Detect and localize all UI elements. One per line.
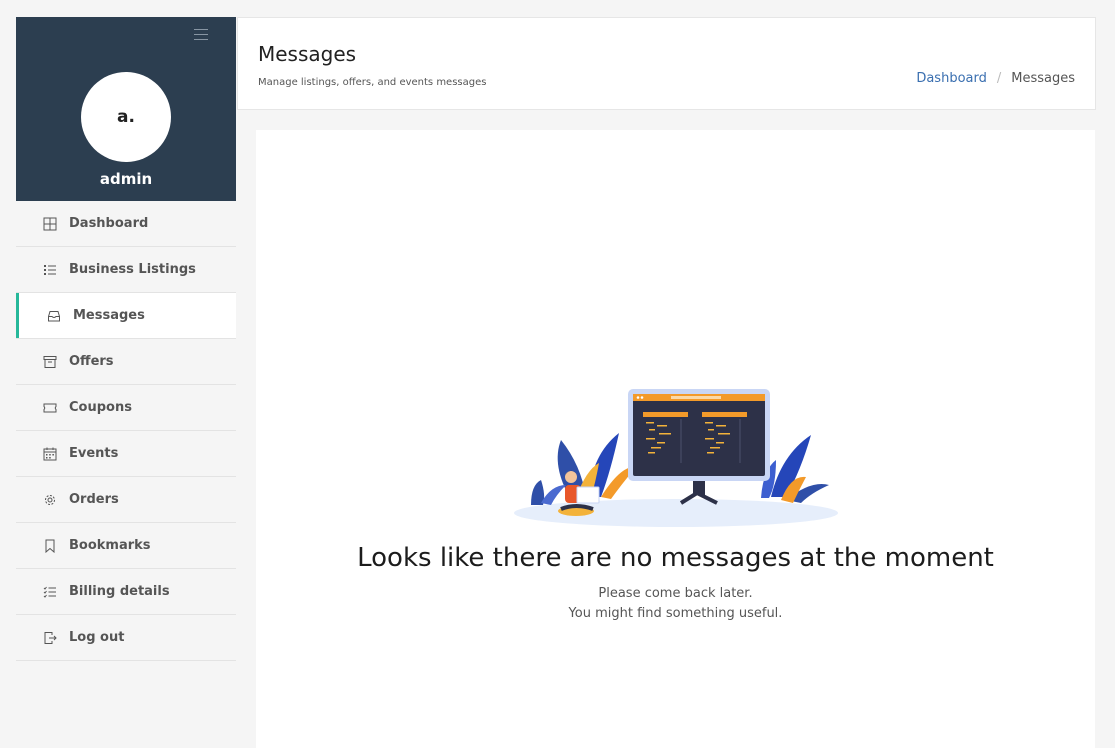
- sidebar: a. admin Dashboard Business Listings Mes…: [16, 17, 236, 661]
- sidebar-item-offers[interactable]: Offers: [16, 339, 236, 385]
- sidebar-item-label: Bookmarks: [69, 538, 151, 553]
- page-title: Messages: [258, 42, 357, 66]
- sidebar-item-label: Events: [69, 446, 119, 461]
- sidebar-item-label: Messages: [73, 308, 145, 323]
- page-subtitle: Manage listings, offers, and events mess…: [258, 77, 487, 88]
- sidebar-item-business-listings[interactable]: Business Listings: [16, 247, 236, 293]
- gear-icon: [43, 493, 57, 507]
- grid-icon: [43, 217, 57, 231]
- breadcrumb-dashboard-link[interactable]: Dashboard: [916, 71, 987, 86]
- empty-state-message: Please come back later.: [598, 586, 753, 601]
- ticket-icon: [43, 401, 57, 415]
- archive-icon: [43, 355, 57, 369]
- empty-state-message: You might find something useful.: [568, 606, 783, 621]
- page-header: Messages Manage listings, offers, and ev…: [237, 17, 1096, 110]
- sidebar-item-messages[interactable]: Messages: [16, 293, 236, 339]
- calendar-icon: [43, 447, 57, 461]
- bookmark-icon: [43, 539, 57, 553]
- sidebar-item-label: Offers: [69, 354, 114, 369]
- breadcrumb: Dashboard / Messages: [916, 71, 1075, 86]
- username: admin: [99, 170, 153, 188]
- main-content: Looks like there are no messages at the …: [256, 130, 1095, 748]
- sidebar-item-label: Coupons: [69, 400, 132, 415]
- sidebar-item-label: Billing details: [69, 584, 170, 599]
- profile-panel: a. admin: [16, 17, 236, 201]
- sidebar-item-dashboard[interactable]: Dashboard: [16, 201, 236, 247]
- avatar[interactable]: a.: [81, 72, 171, 162]
- empty-state-illustration: [514, 389, 838, 527]
- sidebar-item-label: Business Listings: [69, 262, 196, 277]
- empty-state-title: Looks like there are no messages at the …: [357, 543, 994, 573]
- inbox-icon: [47, 309, 61, 323]
- sidebar-item-label: Orders: [69, 492, 119, 507]
- sidebar-item-orders[interactable]: Orders: [16, 477, 236, 523]
- sidebar-item-log-out[interactable]: Log out: [16, 615, 236, 661]
- sidebar-item-coupons[interactable]: Coupons: [16, 385, 236, 431]
- sidebar-item-bookmarks[interactable]: Bookmarks: [16, 523, 236, 569]
- checklist-icon: [43, 585, 57, 599]
- sidebar-item-events[interactable]: Events: [16, 431, 236, 477]
- logout-icon: [43, 631, 57, 645]
- sidebar-item-label: Log out: [69, 630, 125, 645]
- list-icon: [43, 263, 57, 277]
- breadcrumb-current: Messages: [1011, 71, 1075, 86]
- breadcrumb-separator: /: [996, 71, 1002, 86]
- sidebar-nav: Dashboard Business Listings Messages Off…: [16, 201, 236, 661]
- sidebar-item-billing-details[interactable]: Billing details: [16, 569, 236, 615]
- menu-toggle-icon[interactable]: [194, 29, 208, 41]
- sidebar-item-label: Dashboard: [69, 216, 149, 231]
